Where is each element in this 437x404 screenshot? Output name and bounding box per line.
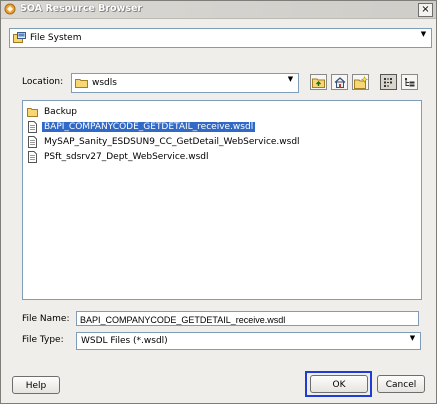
up-one-level-button[interactable] [310,74,327,90]
file-list-item-label: PSft_sdsrv27_Dept_WebService.wsdl [44,152,209,162]
close-icon: × [421,4,430,15]
file-name-label: File Name: [22,314,70,324]
file-system-icon [13,32,26,43]
location-combo[interactable]: wsdls ▼ [71,73,299,93]
location-value: wsdls [92,78,117,88]
file-list-item-label: Backup [44,107,77,117]
close-button[interactable]: × [418,3,433,17]
file-list-item-label: MySAP_Sanity_ESDSUN9_CC_GetDetail_WebSer… [44,137,300,147]
file-type-select[interactable]: WSDL Files (*.wsdl) ▼ [76,332,421,350]
file-name-input[interactable] [76,311,419,326]
chevron-down-icon[interactable]: ▼ [417,30,430,46]
location-label: Location: [22,77,64,87]
details-view-icon [405,78,415,87]
new-folder-button[interactable] [352,74,369,90]
list-view-button[interactable] [380,74,397,90]
file-type-value: WSDL Files (*.wsdl) [81,336,168,346]
window-title: SOA Resource Browser [20,3,143,14]
file-type-label: File Type: [22,335,64,345]
soa-resource-browser-dialog: SOA Resource Browser × File System ▼ Loc… [0,0,437,404]
chevron-down-icon[interactable]: ▼ [406,334,419,348]
chevron-down-icon[interactable]: ▼ [284,75,297,91]
title-bar[interactable]: SOA Resource Browser × [1,1,436,19]
document-icon [28,121,37,133]
new-folder-icon [354,76,368,89]
home-icon [334,77,346,88]
folder-icon [27,108,38,117]
folder-icon [75,79,88,88]
document-icon [28,151,37,163]
list-view-icon [384,78,392,87]
help-button[interactable]: Help [12,376,60,394]
ok-button[interactable]: OK [310,375,368,393]
file-list-item-label: BAPI_COMPANYCODE_GETDETAIL_receive.wsdl [42,122,256,132]
app-icon [4,3,16,15]
source-selector[interactable]: File System ▼ [9,28,432,48]
document-icon [28,136,37,148]
details-view-button[interactable] [401,74,418,90]
cancel-button[interactable]: Cancel [377,375,425,393]
up-one-level-icon [312,78,325,88]
file-list[interactable]: Backup BAPI_COMPANYCODE_GETDETAIL_receiv… [22,100,422,300]
source-selector-value: File System [30,33,82,43]
home-button[interactable] [331,74,348,90]
